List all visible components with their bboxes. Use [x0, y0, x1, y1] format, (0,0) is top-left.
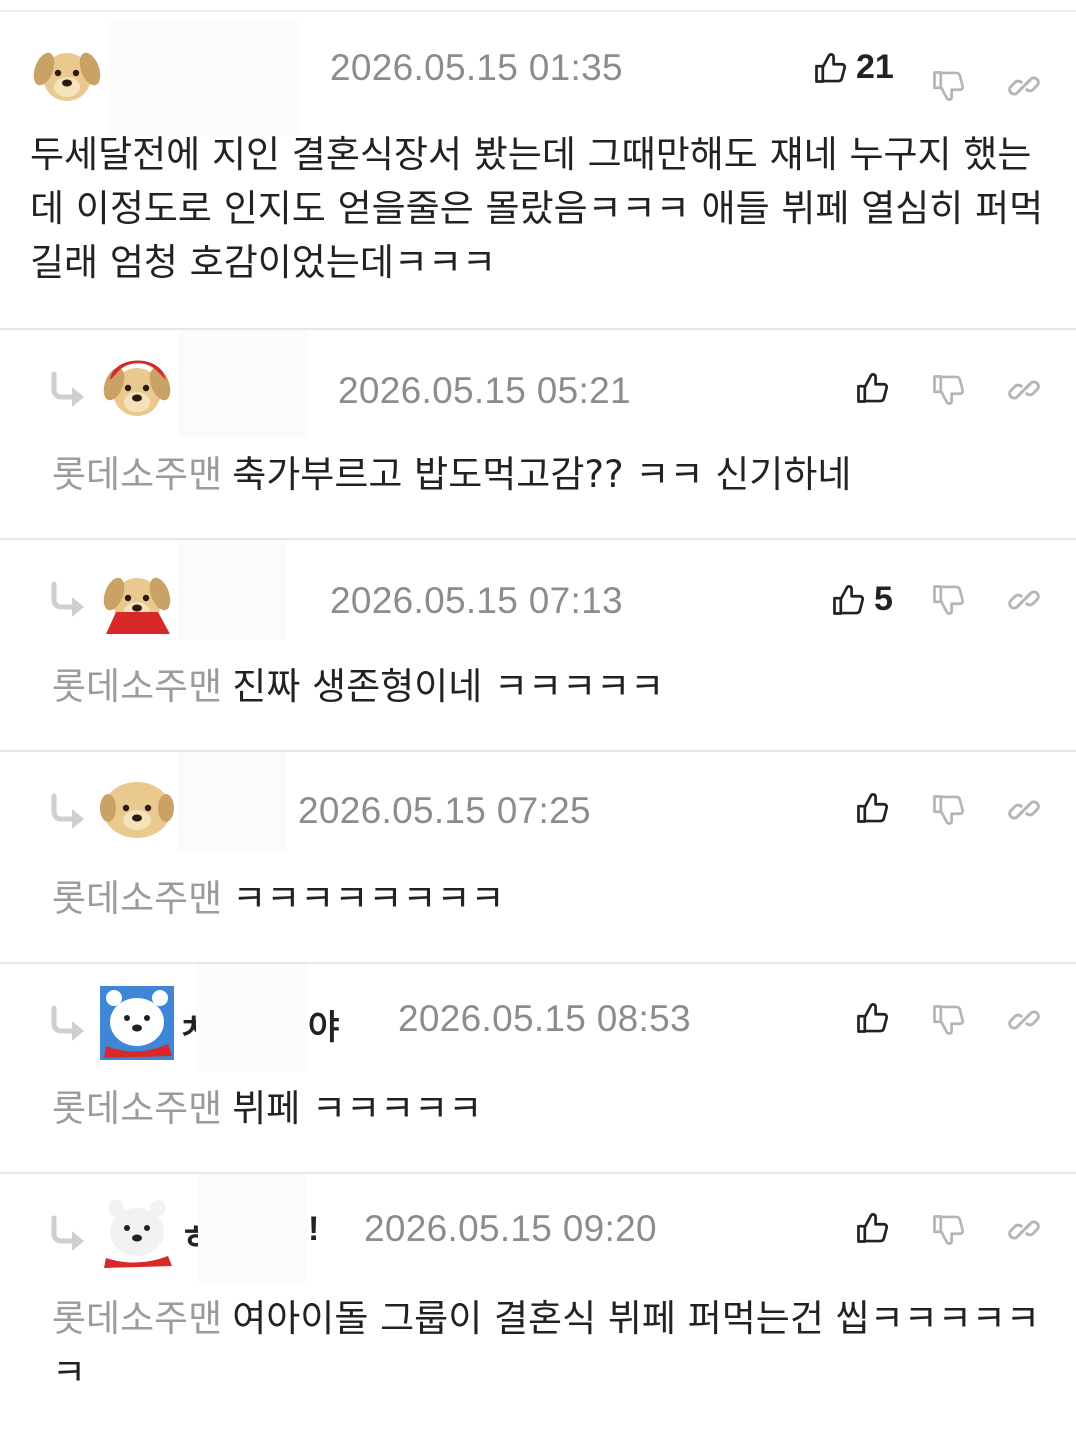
comment-date: 2026.05.15 05:21 [338, 370, 631, 411]
reply-item: ㅎ ! 2026.05.15 09:20 롯데소주맨 여아이돌 그룹이 결혼식 뷔… [0, 1172, 1076, 1434]
thumbs-down-icon[interactable] [930, 68, 966, 104]
thumbs-down-icon[interactable] [930, 372, 966, 408]
nickname-mask [196, 964, 308, 1072]
like-button[interactable]: 21 [812, 48, 894, 87]
comment-date: 2026.05.15 08:53 [398, 998, 691, 1039]
thumbs-up-icon[interactable] [854, 370, 890, 406]
reply-text: ㅋㅋㅋㅋㅋㅋㅋㅋ [232, 877, 505, 920]
comment-text: 두세달전에 지인 결혼식장서 봤는데 그때만해도 쟤네 누구지 했는데 이정도로… [30, 133, 1044, 284]
thumbs-down-icon[interactable] [930, 792, 966, 828]
avatar[interactable] [100, 350, 174, 424]
link-icon[interactable] [1006, 1002, 1042, 1038]
nickname-mask [198, 1174, 306, 1282]
reply-item: 2026.05.15 05:21 롯데소주맨 축가부르고 밥도먹고감?? ㅋㅋ 신… [0, 328, 1076, 538]
mention-tag[interactable]: 롯데소주맨 [52, 877, 222, 920]
link-icon[interactable] [1006, 1212, 1042, 1248]
reply-item: 2026.05.15 07:13 5 롯데소주맨 진짜 생존형이네 ㅋㅋㅋㅋㅋ [0, 538, 1076, 750]
nickname-mask [178, 330, 308, 438]
avatar[interactable] [100, 560, 174, 634]
comment-date: 2026.05.15 07:25 [298, 790, 591, 831]
mention-tag[interactable]: 롯데소주맨 [52, 665, 222, 708]
nickname-mask [108, 22, 300, 136]
reply-arrow-icon [48, 1004, 92, 1044]
avatar[interactable] [30, 35, 104, 109]
mention-tag[interactable]: 롯데소주맨 [52, 1297, 222, 1340]
thumbs-up-icon [812, 50, 848, 86]
reply-text: 뷔페 ㅋㅋㅋㅋㅋ [232, 1087, 483, 1130]
comment-text: 롯데소주맨 진짜 생존형이네 ㅋㅋㅋㅋㅋ [52, 660, 1046, 714]
puppy-face-avatar-icon [100, 772, 174, 846]
thumbs-down-icon[interactable] [930, 582, 966, 618]
link-icon[interactable] [1006, 792, 1042, 828]
reply-text: 진짜 생존형이네 ㅋㅋㅋㅋㅋ [232, 665, 665, 708]
thumbs-down-icon[interactable] [930, 1212, 966, 1248]
puppy-cape-avatar-icon [100, 560, 174, 634]
avatar[interactable] [100, 1196, 174, 1270]
reply-arrow-icon [48, 1214, 92, 1254]
thumbs-down-icon[interactable] [930, 1002, 966, 1038]
puppy-avatar-icon [30, 35, 104, 109]
polar-bear-avatar-icon [100, 1196, 174, 1270]
like-button[interactable]: 5 [830, 580, 893, 619]
comment-text: 롯데소주맨 여아이돌 그룹이 결혼식 뷔페 퍼먹는건 씹ㅋㅋㅋㅋㅋㅋ [52, 1292, 1046, 1400]
nickname-end[interactable]: ! [308, 1210, 319, 1249]
avatar[interactable] [100, 986, 174, 1060]
reply-arrow-icon [48, 370, 92, 410]
comment-item: 2026.05.15 01:35 21 두세달전에 지인 결혼식장서 봤는데 그… [0, 20, 1076, 326]
puppy-hood-avatar-icon [100, 350, 174, 424]
link-icon[interactable] [1006, 68, 1042, 104]
link-icon[interactable] [1006, 372, 1042, 408]
comment-date: 2026.05.15 09:20 [364, 1208, 657, 1249]
nickname-mask [178, 540, 286, 640]
comment-text: 롯데소주맨 ㅋㅋㅋㅋㅋㅋㅋㅋ [52, 872, 1046, 926]
comment-text: 롯데소주맨 뷔페 ㅋㅋㅋㅋㅋ [52, 1082, 1046, 1136]
comment-date: 2026.05.15 01:35 [330, 47, 623, 88]
reply-item: ㅊ 야 2026.05.15 08:53 롯데소주맨 뷔페 ㅋㅋㅋㅋㅋ [0, 962, 1076, 1172]
like-count: 5 [874, 580, 893, 618]
thumbs-up-icon[interactable] [854, 1210, 890, 1246]
thumbs-up-icon[interactable] [854, 790, 890, 826]
mention-tag[interactable]: 롯데소주맨 [52, 1087, 222, 1130]
comment-date: 2026.05.15 07:13 [330, 580, 623, 621]
polar-bear-avatar-icon [100, 986, 174, 1060]
link-icon[interactable] [1006, 582, 1042, 618]
nickname-end[interactable]: 야 [308, 1000, 339, 1049]
like-count: 21 [856, 48, 894, 86]
thumbs-up-icon [830, 582, 866, 618]
reply-text: 축가부르고 밥도먹고감?? ㅋㅋ 신기하네 [232, 453, 852, 496]
reply-arrow-icon [48, 792, 92, 832]
reply-item: 2026.05.15 07:25 롯데소주맨 ㅋㅋㅋㅋㅋㅋㅋㅋ [0, 750, 1076, 962]
comment-text: 롯데소주맨 축가부르고 밥도먹고감?? ㅋㅋ 신기하네 [52, 448, 1046, 502]
mention-tag[interactable]: 롯데소주맨 [52, 453, 222, 496]
top-divider [0, 10, 1076, 12]
reply-arrow-icon [48, 580, 92, 620]
avatar[interactable] [100, 772, 174, 846]
nickname-mask [178, 752, 286, 852]
thumbs-up-icon[interactable] [854, 1000, 890, 1036]
